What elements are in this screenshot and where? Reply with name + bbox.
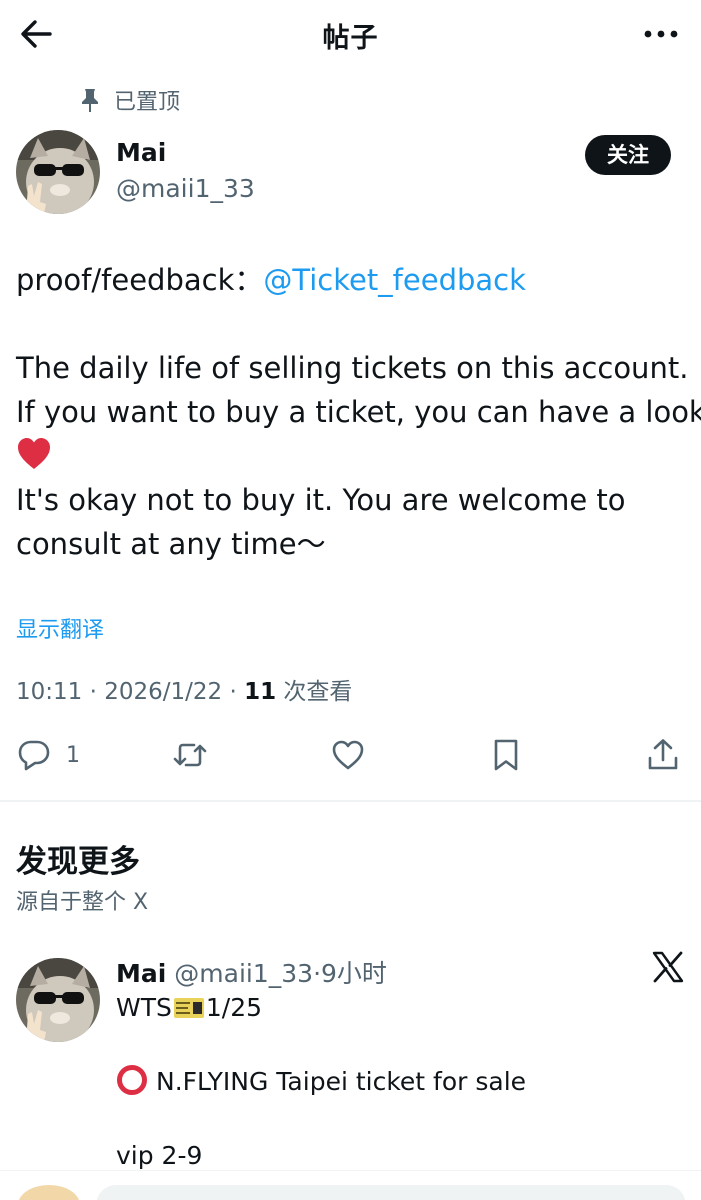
reply-icon [18, 740, 50, 771]
heart-emoji-line [16, 434, 696, 478]
author-name[interactable]: Mai [116, 138, 166, 167]
more-options-button[interactable] [641, 18, 681, 50]
recommended-post-header: Mai @maii1_33·9小时 [116, 954, 387, 990]
date-label: 1/25 [205, 993, 262, 1022]
x-logo-icon[interactable] [651, 950, 685, 984]
bookmark-icon [494, 739, 518, 771]
post-action-bar: 1 [0, 730, 701, 780]
post-line-2: If you want to buy a ticket, you can hav… [16, 395, 701, 429]
discover-more-subtitle: 源自于整个 X [16, 890, 149, 915]
pin-icon [82, 89, 98, 112]
reply-count: 1 [66, 742, 80, 768]
cat-sunglasses-avatar-image [16, 958, 100, 1042]
show-translation-link[interactable]: 显示翻译 [16, 612, 104, 644]
like-button[interactable] [330, 730, 366, 780]
author-handle[interactable]: @maii1_33 [116, 174, 255, 203]
recommended-author-name[interactable]: Mai [116, 959, 166, 988]
view-count: 11 [244, 679, 277, 705]
recommended-line-2: N.FLYING Taipei ticket for sale [116, 1062, 686, 1102]
red-circle-icon [117, 1065, 147, 1095]
post-text: proof/feedback：@Ticket_feedback The dail… [16, 258, 701, 566]
bookmark-button[interactable] [488, 730, 524, 780]
heart-outline-icon [332, 740, 364, 770]
more-horizontal-icon [644, 30, 678, 38]
recommended-post-time: ·9小时 [313, 959, 387, 988]
red-heart-icon [18, 438, 50, 469]
proof-line: proof/feedback：@Ticket_feedback [16, 258, 696, 302]
post-line-3: It's okay not to buy it. You are welcome… [16, 483, 626, 517]
share-icon [648, 739, 678, 770]
retweet-icon [173, 743, 207, 767]
bottom-reply-bar [0, 1170, 701, 1200]
page-title: 帖子 [322, 23, 379, 54]
current-user-avatar[interactable] [18, 1185, 80, 1200]
reply-input[interactable] [96, 1185, 686, 1200]
ticket-icon [173, 998, 204, 1018]
discover-more-title: 发现更多 [16, 844, 140, 880]
author-avatar[interactable] [16, 130, 100, 214]
section-divider [0, 800, 701, 802]
share-button[interactable] [645, 730, 681, 780]
top-app-bar: 帖子 [0, 0, 701, 68]
proof-prefix: proof/feedback： [16, 263, 264, 297]
ticket-sale-title: N.FLYING Taipei ticket for sale [156, 1067, 527, 1096]
follow-button[interactable]: 关注 [585, 135, 671, 175]
retweet-button[interactable] [172, 730, 208, 780]
post-line-1: The daily life of selling tickets on thi… [16, 351, 689, 385]
recommended-post-avatar[interactable] [16, 958, 100, 1042]
mention-link[interactable]: @Ticket_feedback [263, 263, 526, 297]
pinned-label: 已置顶 [114, 90, 181, 115]
recommended-line-1: WTS 1/25 [116, 988, 686, 1028]
post-timestamp: 10:11 · 2026/1/22 · [16, 679, 245, 705]
recommended-author-handle[interactable]: @maii1_33 [174, 959, 313, 988]
reply-button[interactable]: 1 [16, 730, 80, 780]
recommended-post-text: WTS 1/25 N.FLYING Taipei ticket for sale… [116, 988, 686, 1176]
post-meta: 10:11 · 2026/1/22 · 11 次查看 [16, 672, 352, 706]
wts-label: WTS [116, 993, 172, 1022]
pinned-indicator: 已置顶 [78, 84, 180, 116]
cat-sunglasses-avatar-image [16, 130, 100, 214]
views-label: 次查看 [276, 679, 353, 705]
post-line-4: consult at any time～ [16, 527, 326, 561]
